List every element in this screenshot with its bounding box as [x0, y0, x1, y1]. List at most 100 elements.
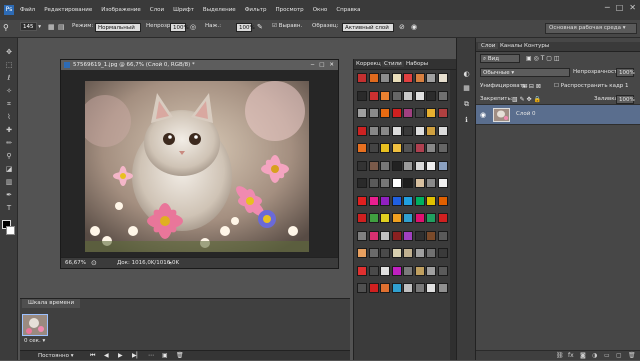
tab-paths[interactable]: Контуры	[524, 43, 549, 49]
style-swatch[interactable]	[437, 108, 448, 118]
timeline-frame-thumbnail[interactable]	[22, 314, 48, 336]
eyedropper-tool-icon[interactable]: ⌇	[4, 113, 14, 122]
style-swatch[interactable]	[357, 283, 367, 293]
photo-canvas[interactable]	[85, 81, 309, 252]
style-swatch[interactable]	[426, 178, 436, 188]
style-swatch[interactable]	[403, 178, 413, 188]
tab-channels[interactable]: Каналы	[500, 43, 522, 49]
style-swatch[interactable]	[380, 108, 390, 118]
new-group-icon[interactable]: ▭	[604, 352, 610, 359]
style-swatch[interactable]	[368, 248, 379, 258]
style-swatch[interactable]	[368, 160, 379, 171]
zoom-level[interactable]: 66,67%	[65, 258, 86, 268]
style-swatch[interactable]	[426, 125, 436, 136]
style-swatch[interactable]	[414, 230, 425, 241]
style-swatch[interactable]	[403, 195, 413, 206]
style-swatch[interactable]	[426, 90, 436, 101]
style-swatch[interactable]	[414, 125, 425, 136]
style-swatch[interactable]	[437, 213, 448, 223]
brush-size-picker[interactable]: 145 ▾	[20, 22, 41, 31]
menu-file[interactable]: Файл	[20, 7, 35, 13]
style-swatch[interactable]	[391, 213, 402, 223]
style-swatch[interactable]	[437, 178, 448, 188]
menu-view[interactable]: Просмотр	[275, 7, 303, 13]
style-swatch[interactable]	[357, 265, 367, 276]
style-swatch[interactable]	[368, 213, 379, 223]
brush-panel-icon[interactable]: ▦	[48, 23, 55, 31]
blend-mode-select[interactable]: Обычные ▾	[480, 68, 570, 77]
style-swatch[interactable]	[357, 143, 367, 153]
style-swatch[interactable]	[391, 73, 402, 83]
style-swatch[interactable]	[391, 248, 402, 258]
style-swatch[interactable]	[357, 73, 367, 83]
style-swatch[interactable]	[437, 73, 448, 83]
visibility-eye-icon[interactable]: ◉	[480, 111, 486, 119]
style-swatch[interactable]	[357, 108, 367, 118]
mode-select[interactable]: Нормальный	[95, 23, 141, 32]
style-swatch[interactable]	[391, 108, 402, 118]
style-swatch[interactable]	[368, 143, 379, 153]
style-swatch[interactable]	[368, 265, 379, 276]
opacity-pressure-icon[interactable]: ◎	[190, 23, 196, 31]
background-color-swatch[interactable]	[6, 226, 15, 235]
style-swatch[interactable]	[368, 230, 379, 241]
style-swatch[interactable]	[357, 178, 367, 188]
menu-edit[interactable]: Редактирование	[44, 7, 92, 13]
style-swatch[interactable]	[437, 195, 448, 206]
style-swatch[interactable]	[391, 265, 402, 276]
style-swatch[interactable]	[414, 178, 425, 188]
healing-tool-icon[interactable]: ✚	[4, 126, 14, 135]
style-swatch[interactable]	[380, 283, 390, 293]
style-swatch[interactable]	[414, 160, 425, 171]
layer-name[interactable]: Слой 0	[516, 111, 536, 117]
link-layers-icon[interactable]: ⛓	[556, 352, 564, 359]
style-swatch[interactable]	[403, 90, 413, 101]
style-swatch[interactable]	[391, 160, 402, 171]
style-swatch[interactable]	[357, 213, 367, 223]
crop-tool-icon[interactable]: ⌗	[4, 100, 14, 109]
style-swatch[interactable]	[414, 143, 425, 153]
style-swatch[interactable]	[437, 265, 448, 276]
clone-stamp-tool-icon[interactable]: ⚲	[3, 23, 9, 32]
layer-filter-select[interactable]: ⌕ Вид	[480, 54, 520, 63]
style-swatch[interactable]	[368, 283, 379, 293]
minimize-icon[interactable]: ─	[605, 3, 610, 12]
style-swatch[interactable]	[403, 283, 413, 293]
fill-input[interactable]: 100%	[616, 95, 635, 104]
airbrush-icon[interactable]: ✎	[257, 23, 263, 31]
close-icon[interactable]: ✕	[629, 3, 636, 12]
frame-delay[interactable]: 0 сек. ▾	[24, 338, 45, 344]
style-swatch[interactable]	[380, 213, 390, 223]
stamp-tool-icon[interactable]: ⚲	[4, 152, 14, 161]
delete-layer-icon[interactable]: 🗑	[628, 352, 636, 359]
style-swatch[interactable]	[368, 108, 379, 118]
style-swatch[interactable]	[380, 195, 390, 206]
style-swatch[interactable]	[368, 125, 379, 136]
style-swatch[interactable]	[414, 283, 425, 293]
style-swatch[interactable]	[368, 178, 379, 188]
menu-filter[interactable]: Фильтр	[245, 7, 267, 13]
style-swatch[interactable]	[414, 90, 425, 101]
opacity-input[interactable]: 100%	[170, 23, 189, 32]
add-mask-icon[interactable]: ◙	[580, 352, 586, 359]
style-swatch[interactable]	[426, 73, 436, 83]
style-swatch[interactable]	[426, 248, 436, 258]
style-swatch[interactable]	[380, 90, 390, 101]
menu-image[interactable]: Изображение	[101, 7, 141, 13]
style-swatch[interactable]	[414, 265, 425, 276]
status-menu-arrow-icon[interactable]: ▸	[169, 258, 172, 268]
style-swatch[interactable]	[391, 125, 402, 136]
style-swatch[interactable]	[426, 283, 436, 293]
style-swatch[interactable]	[437, 230, 448, 241]
eraser-tool-icon[interactable]: ◪	[4, 165, 14, 174]
style-swatch[interactable]	[368, 90, 379, 101]
style-swatch[interactable]	[437, 283, 448, 293]
style-swatch[interactable]	[357, 195, 367, 206]
style-swatch[interactable]	[403, 160, 413, 171]
menu-window[interactable]: Окно	[313, 7, 328, 13]
quick-select-tool-icon[interactable]: ✧	[4, 87, 14, 96]
canvas-area[interactable]	[61, 70, 338, 259]
pen-tool-icon[interactable]: ✒	[4, 191, 14, 200]
clone-source-icon[interactable]: ▤	[58, 23, 65, 31]
style-swatch[interactable]	[414, 195, 425, 206]
